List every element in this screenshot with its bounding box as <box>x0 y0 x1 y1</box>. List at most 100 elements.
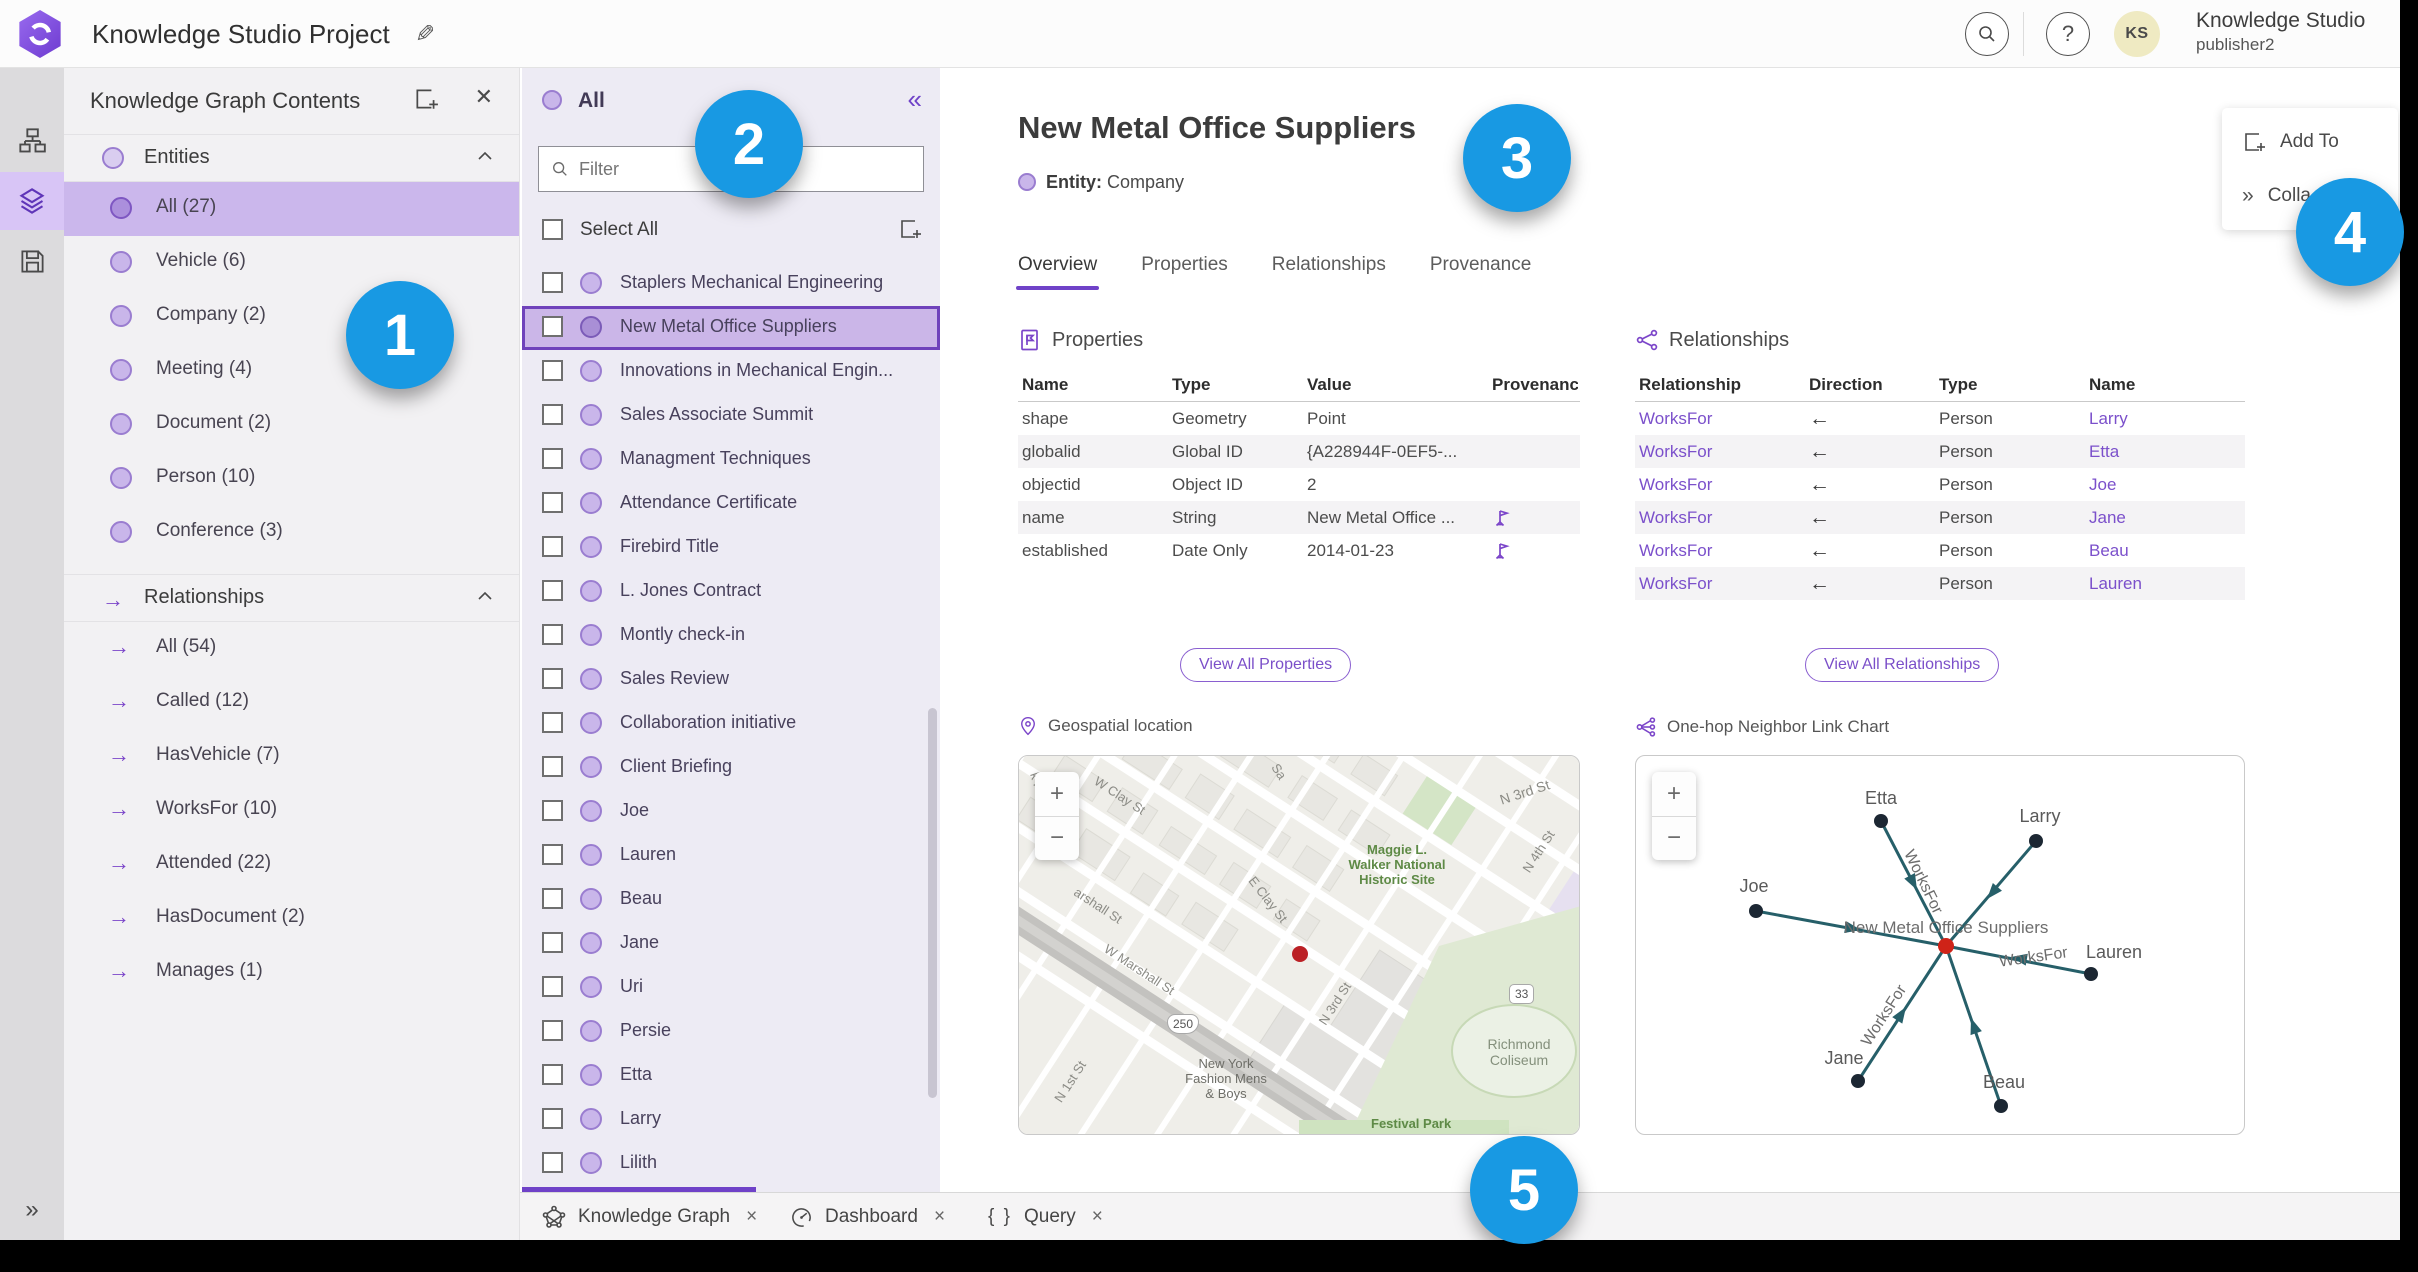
node-lauren[interactable] <box>2084 967 2098 981</box>
item-checkbox[interactable] <box>542 404 563 425</box>
detail-tab[interactable]: Properties <box>1141 254 1228 290</box>
item-checkbox[interactable] <box>542 492 563 513</box>
list-item[interactable]: Client Briefing <box>522 746 940 790</box>
select-all-checkbox[interactable] <box>542 219 563 240</box>
node-etta[interactable] <box>1874 814 1888 828</box>
node-jane[interactable] <box>1851 1074 1865 1088</box>
view-all-relationships-button[interactable]: View All Relationships <box>1805 648 2000 682</box>
user-info[interactable]: Knowledge Studio publisher2 <box>2196 8 2365 56</box>
item-checkbox[interactable] <box>542 888 563 909</box>
list-item[interactable]: Managment Techniques <box>522 438 940 482</box>
list-item[interactable]: Joe <box>522 790 940 834</box>
relationship-link[interactable]: WorksFor <box>1635 574 1805 594</box>
list-item[interactable]: Lauren <box>522 834 940 878</box>
edit-title-icon[interactable]: ✎ <box>415 20 435 49</box>
detail-tab[interactable]: Overview <box>1015 254 1100 290</box>
list-item[interactable]: Beau <box>522 878 940 922</box>
relationships-section-header[interactable]: → Relationships <box>64 574 519 622</box>
map-zoom-control[interactable]: + − <box>1035 772 1079 860</box>
relationship-link[interactable]: WorksFor <box>1635 409 1805 429</box>
tab-query[interactable]: { } Query × <box>988 1193 1103 1241</box>
rail-item-schema[interactable] <box>0 112 64 170</box>
item-checkbox[interactable] <box>542 580 563 601</box>
list-item[interactable]: New Metal Office Suppliers <box>522 306 940 350</box>
list-item[interactable]: L. Jones Contract <box>522 570 940 614</box>
list-item[interactable]: Uri <box>522 966 940 1010</box>
list-item[interactable]: Attendance Certificate <box>522 482 940 526</box>
list-item[interactable]: Larry <box>522 1098 940 1142</box>
avatar[interactable]: KS <box>2114 11 2160 57</box>
relationship-link[interactable]: WorksFor <box>1635 508 1805 528</box>
zoom-out-button[interactable]: − <box>1652 817 1696 861</box>
relationship-type-item[interactable]: → WorksFor (10) <box>64 784 519 838</box>
list-item[interactable]: Persie <box>522 1010 940 1054</box>
relationship-row[interactable]: WorksFor ← Person Joe <box>1635 468 2245 501</box>
entity-type-item[interactable]: Conference (3) <box>64 506 519 560</box>
list-item[interactable]: Firebird Title <box>522 526 940 570</box>
list-item[interactable]: Etta <box>522 1054 940 1098</box>
collapse-panel-icon[interactable]: « <box>908 84 922 115</box>
item-checkbox[interactable] <box>542 536 563 557</box>
related-entity-link[interactable]: Joe <box>2085 475 2245 495</box>
provenance-flag-icon[interactable] <box>1488 508 1578 528</box>
entity-type-item[interactable]: All (27) <box>64 182 519 236</box>
map-card[interactable]: + − k Rd W Clay St Sa N 3rd St N 4th St … <box>1018 755 1580 1135</box>
node-joe[interactable] <box>1749 904 1763 918</box>
add-to-new-icon[interactable] <box>413 86 439 112</box>
relationship-type-item[interactable]: → All (54) <box>64 622 519 676</box>
node-center[interactable] <box>1938 938 1954 954</box>
item-checkbox[interactable] <box>542 1064 563 1085</box>
list-item[interactable]: Staplers Mechanical Engineering <box>522 262 940 306</box>
zoom-in-button[interactable]: + <box>1652 772 1696 817</box>
item-checkbox[interactable] <box>542 976 563 997</box>
list-item[interactable]: Jane <box>522 922 940 966</box>
add-to-button[interactable]: Add To <box>2222 120 2398 164</box>
relationship-type-item[interactable]: → HasVehicle (7) <box>64 730 519 784</box>
item-checkbox[interactable] <box>542 316 563 337</box>
relationship-type-item[interactable]: → HasDocument (2) <box>64 892 519 946</box>
zoom-in-button[interactable]: + <box>1035 772 1079 817</box>
relationship-type-item[interactable]: → Attended (22) <box>64 838 519 892</box>
close-panel-icon[interactable]: ✕ <box>475 84 493 110</box>
item-checkbox[interactable] <box>542 756 563 777</box>
link-chart-card[interactable]: Etta Larry Joe Lauren Jane Beau New Meta… <box>1635 755 2245 1135</box>
relationship-row[interactable]: WorksFor ← Person Jane <box>1635 501 2245 534</box>
related-entity-link[interactable]: Jane <box>2085 508 2245 528</box>
property-row[interactable]: globalid Global ID {A228944F-0EF5-... <box>1018 435 1580 468</box>
tab-knowledge-graph[interactable]: Knowledge Graph × <box>542 1193 757 1241</box>
item-checkbox[interactable] <box>542 624 563 645</box>
relationship-link[interactable]: WorksFor <box>1635 442 1805 462</box>
item-checkbox[interactable] <box>542 272 563 293</box>
expand-rail-icon[interactable]: » <box>0 1196 64 1224</box>
property-row[interactable]: shape Geometry Point <box>1018 402 1580 435</box>
detail-tab[interactable]: Relationships <box>1272 254 1386 290</box>
relationship-link[interactable]: WorksFor <box>1635 541 1805 561</box>
item-checkbox[interactable] <box>542 712 563 733</box>
list-item[interactable]: Montly check-in <box>522 614 940 658</box>
item-checkbox[interactable] <box>542 1108 563 1129</box>
node-beau[interactable] <box>1994 1099 2008 1113</box>
item-checkbox[interactable] <box>542 1152 563 1173</box>
rail-item-contents[interactable] <box>0 172 64 230</box>
list-item[interactable]: Sales Associate Summit <box>522 394 940 438</box>
item-checkbox[interactable] <box>542 844 563 865</box>
entities-section-header[interactable]: Entities <box>64 134 519 182</box>
relationship-row[interactable]: WorksFor ← Person Lauren <box>1635 567 2245 600</box>
property-row[interactable]: name String New Metal Office ... <box>1018 501 1580 534</box>
relationship-type-item[interactable]: → Manages (1) <box>64 946 519 1000</box>
relationship-row[interactable]: WorksFor ← Person Etta <box>1635 435 2245 468</box>
add-to-new-icon[interactable] <box>898 217 922 241</box>
help-button[interactable]: ? <box>2046 12 2090 56</box>
entity-type-item[interactable]: Document (2) <box>64 398 519 452</box>
entity-type-item[interactable]: Person (10) <box>64 452 519 506</box>
item-checkbox[interactable] <box>542 932 563 953</box>
list-item[interactable]: Lilith <box>522 1142 940 1186</box>
view-all-properties-button[interactable]: View All Properties <box>1180 648 1352 682</box>
item-checkbox[interactable] <box>542 1020 563 1041</box>
rail-item-save[interactable] <box>0 232 64 290</box>
item-checkbox[interactable] <box>542 360 563 381</box>
linkchart-zoom-control[interactable]: + − <box>1652 772 1696 860</box>
tab-dashboard[interactable]: Dashboard × <box>790 1193 945 1241</box>
relationship-row[interactable]: WorksFor ← Person Larry <box>1635 402 2245 435</box>
search-button[interactable] <box>1965 12 2009 56</box>
